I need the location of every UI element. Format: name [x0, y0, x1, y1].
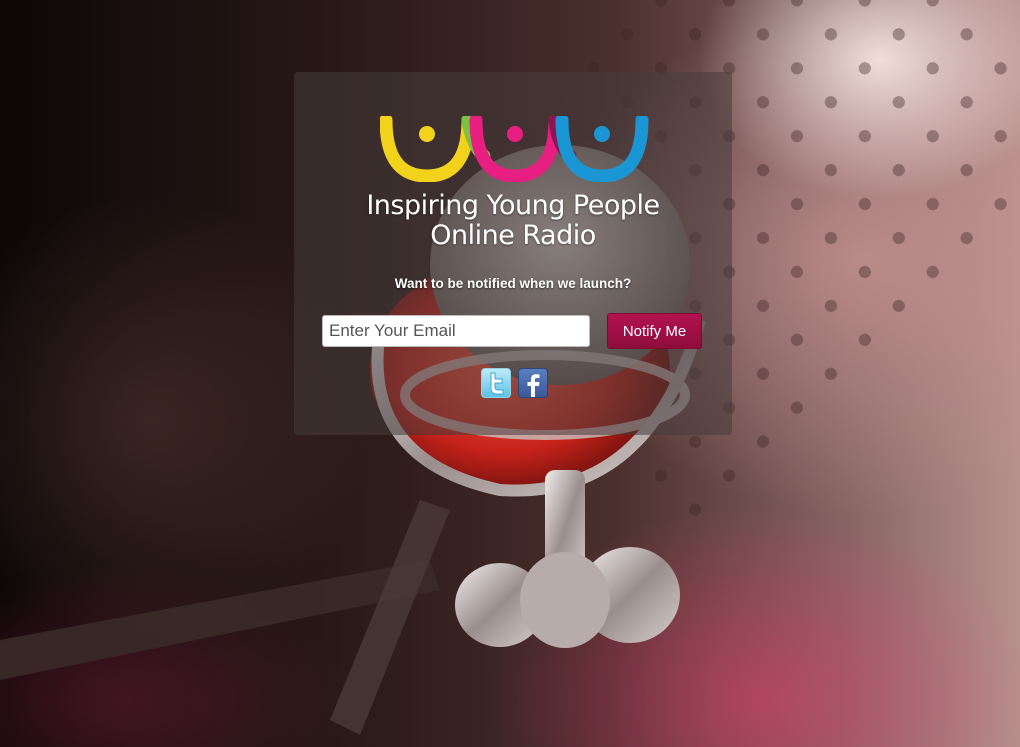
title-line-2: Online Radio — [430, 220, 596, 251]
signup-card: Inspiring Young People Online Radio Want… — [294, 72, 732, 435]
twitter-link[interactable] — [481, 368, 511, 398]
notify-me-button[interactable]: Notify Me — [607, 313, 702, 349]
page-title: Inspiring Young People Online Radio — [294, 191, 732, 251]
email-field[interactable] — [322, 315, 590, 347]
social-links — [481, 368, 548, 398]
notify-question: Want to be notified when we launch? — [394, 276, 632, 291]
facebook-link[interactable] — [518, 368, 548, 398]
title-line-1: Inspiring Young People — [366, 190, 660, 221]
logo-icon — [380, 116, 649, 182]
facebook-icon — [527, 374, 540, 397]
twitter-icon — [490, 372, 504, 395]
